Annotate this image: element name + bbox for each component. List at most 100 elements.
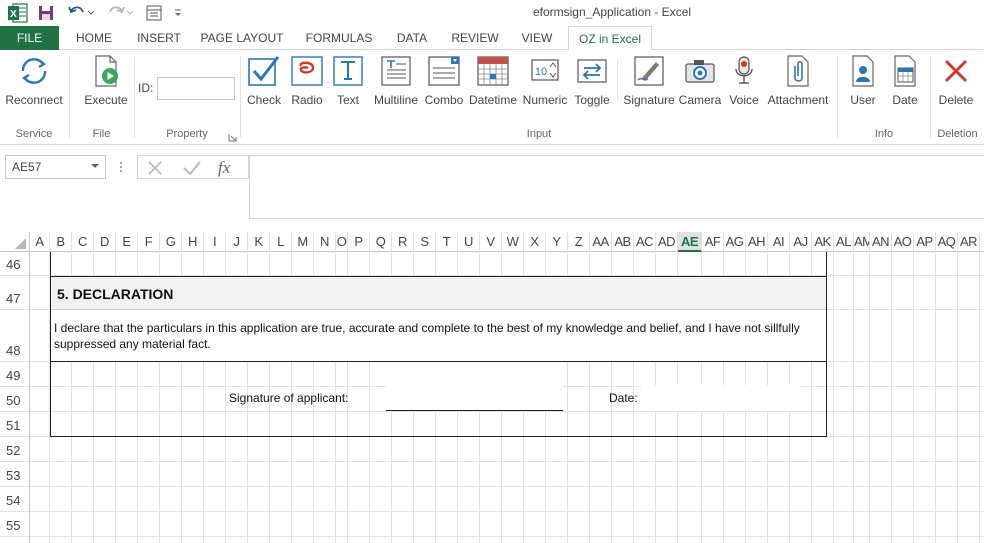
column-header-af[interactable]: AF [702,232,724,252]
toggle-button[interactable]: Toggle [571,54,613,107]
row-header-53[interactable]: 53 [0,462,29,487]
column-header-x[interactable]: X [524,232,546,252]
tab-view[interactable]: VIEW [514,26,560,50]
row-header-48[interactable]: 48 [0,310,29,362]
column-header-s[interactable]: S [414,232,436,252]
row-header-55[interactable]: 55 [0,512,29,537]
column-header-r[interactable]: R [392,232,414,252]
column-header-y[interactable]: Y [546,232,568,252]
formula-input[interactable] [249,155,984,219]
tab-data[interactable]: DATA [388,26,436,50]
column-header-ak[interactable]: AK [812,232,834,252]
column-header-ag[interactable]: AG [724,232,746,252]
ribbon-tabs: FILE HOME INSERT PAGE LAYOUT FORMULAS DA… [0,26,984,51]
column-header-aj[interactable]: AJ [790,232,812,252]
column-header-ah[interactable]: AH [746,232,768,252]
group-separator [617,60,618,100]
worksheet-grid[interactable]: 5. DECLARATION I declare that the partic… [30,252,984,543]
text-button[interactable]: Text [330,54,366,107]
name-box[interactable]: AE57 [5,155,106,179]
column-header-f[interactable]: F [138,232,160,252]
column-header-b[interactable]: B [50,232,72,252]
column-header-u[interactable]: U [458,232,480,252]
tab-formulas[interactable]: FORMULAS [298,26,380,50]
enter-check-icon[interactable] [182,159,202,180]
execute-button[interactable]: Execute [78,54,134,107]
column-header-ap[interactable]: AP [914,232,936,252]
dialog-launcher-icon[interactable] [228,131,237,145]
combo-button[interactable]: Combo [423,54,465,107]
column-header-t[interactable]: T [436,232,458,252]
check-button[interactable]: Check [244,54,284,107]
column-header-aa[interactable]: AA [590,232,612,252]
column-header-z[interactable]: Z [568,232,590,252]
tab-file[interactable]: FILE [0,26,59,50]
group-label-info: Info [874,128,894,140]
camera-button[interactable]: Camera [677,54,723,107]
row-header-50[interactable]: 50 [0,387,29,412]
insert-function-icon[interactable]: fx [218,158,230,178]
column-header-d[interactable]: D [94,232,116,252]
row-header-47[interactable]: 47 [0,276,29,310]
tab-page-layout[interactable]: PAGE LAYOUT [196,26,288,50]
row-header-52[interactable]: 52 [0,437,29,462]
select-all-corner[interactable] [0,232,30,252]
tab-insert[interactable]: INSERT [130,26,188,50]
multiline-button[interactable]: Multiline [369,54,423,107]
column-header-g[interactable]: G [160,232,182,252]
datetime-button[interactable]: Datetime [467,54,519,107]
column-header-ae[interactable]: AE [678,232,702,252]
radio-button[interactable]: Radio [287,54,327,107]
signature-button[interactable]: Signature [621,54,677,107]
numeric-button[interactable]: 10 Numeric [520,54,570,107]
cancel-icon[interactable] [146,159,164,180]
row-header-54[interactable]: 54 [0,487,29,512]
column-header-ar[interactable]: AR [958,232,980,252]
reconnect-button[interactable]: Reconnect [4,54,64,107]
tab-review[interactable]: REVIEW [444,26,506,50]
column-header-h[interactable]: H [182,232,204,252]
column-header-c[interactable]: C [72,232,94,252]
formula-buttons: fx [137,155,249,179]
column-header-al[interactable]: AL [834,232,854,252]
tab-home[interactable]: HOME [66,26,122,50]
column-header-i[interactable]: I [204,232,226,252]
column-header-q[interactable]: Q [370,232,392,252]
calendar-icon [477,56,509,86]
column-header-am[interactable]: AM [854,232,870,252]
delete-button[interactable]: Delete [934,54,978,107]
row-header-46[interactable]: 46 [0,252,29,276]
more-dots-icon[interactable] [118,158,124,179]
column-header-p[interactable]: P [348,232,370,252]
column-header-ai[interactable]: AI [768,232,790,252]
column-header-j[interactable]: J [226,232,248,252]
tab-oz-in-excel[interactable]: OZ in Excel [568,26,652,51]
column-header-e[interactable]: E [116,232,138,252]
column-header-w[interactable]: W [502,232,524,252]
signature-field[interactable] [386,362,563,411]
column-header-a[interactable]: A [30,232,50,252]
date-button[interactable]: Date [886,54,924,107]
column-header-an[interactable]: AN [870,232,892,252]
date-field[interactable] [641,385,801,411]
column-header-v[interactable]: V [480,232,502,252]
voice-button[interactable]: Voice [725,54,763,107]
column-header-aq[interactable]: AQ [936,232,958,252]
attachment-button[interactable]: Attachment [765,54,831,107]
column-header-ac[interactable]: AC [634,232,656,252]
declaration-form: 5. DECLARATION I declare that the partic… [50,252,827,437]
column-header-ab[interactable]: AB [612,232,634,252]
id-input[interactable] [157,77,235,100]
column-header-ao[interactable]: AO [892,232,914,252]
chevron-down-icon[interactable] [91,164,99,168]
user-button[interactable]: User [843,54,883,107]
user-icon [852,55,874,87]
column-header-n[interactable]: N [314,232,336,252]
column-header-m[interactable]: M [292,232,314,252]
row-header-51[interactable]: 51 [0,412,29,437]
row-header-49[interactable]: 49 [0,362,29,387]
column-header-k[interactable]: K [248,232,270,252]
column-header-ad[interactable]: AD [656,232,678,252]
column-header-o[interactable]: O [336,232,348,252]
column-header-l[interactable]: L [270,232,292,252]
